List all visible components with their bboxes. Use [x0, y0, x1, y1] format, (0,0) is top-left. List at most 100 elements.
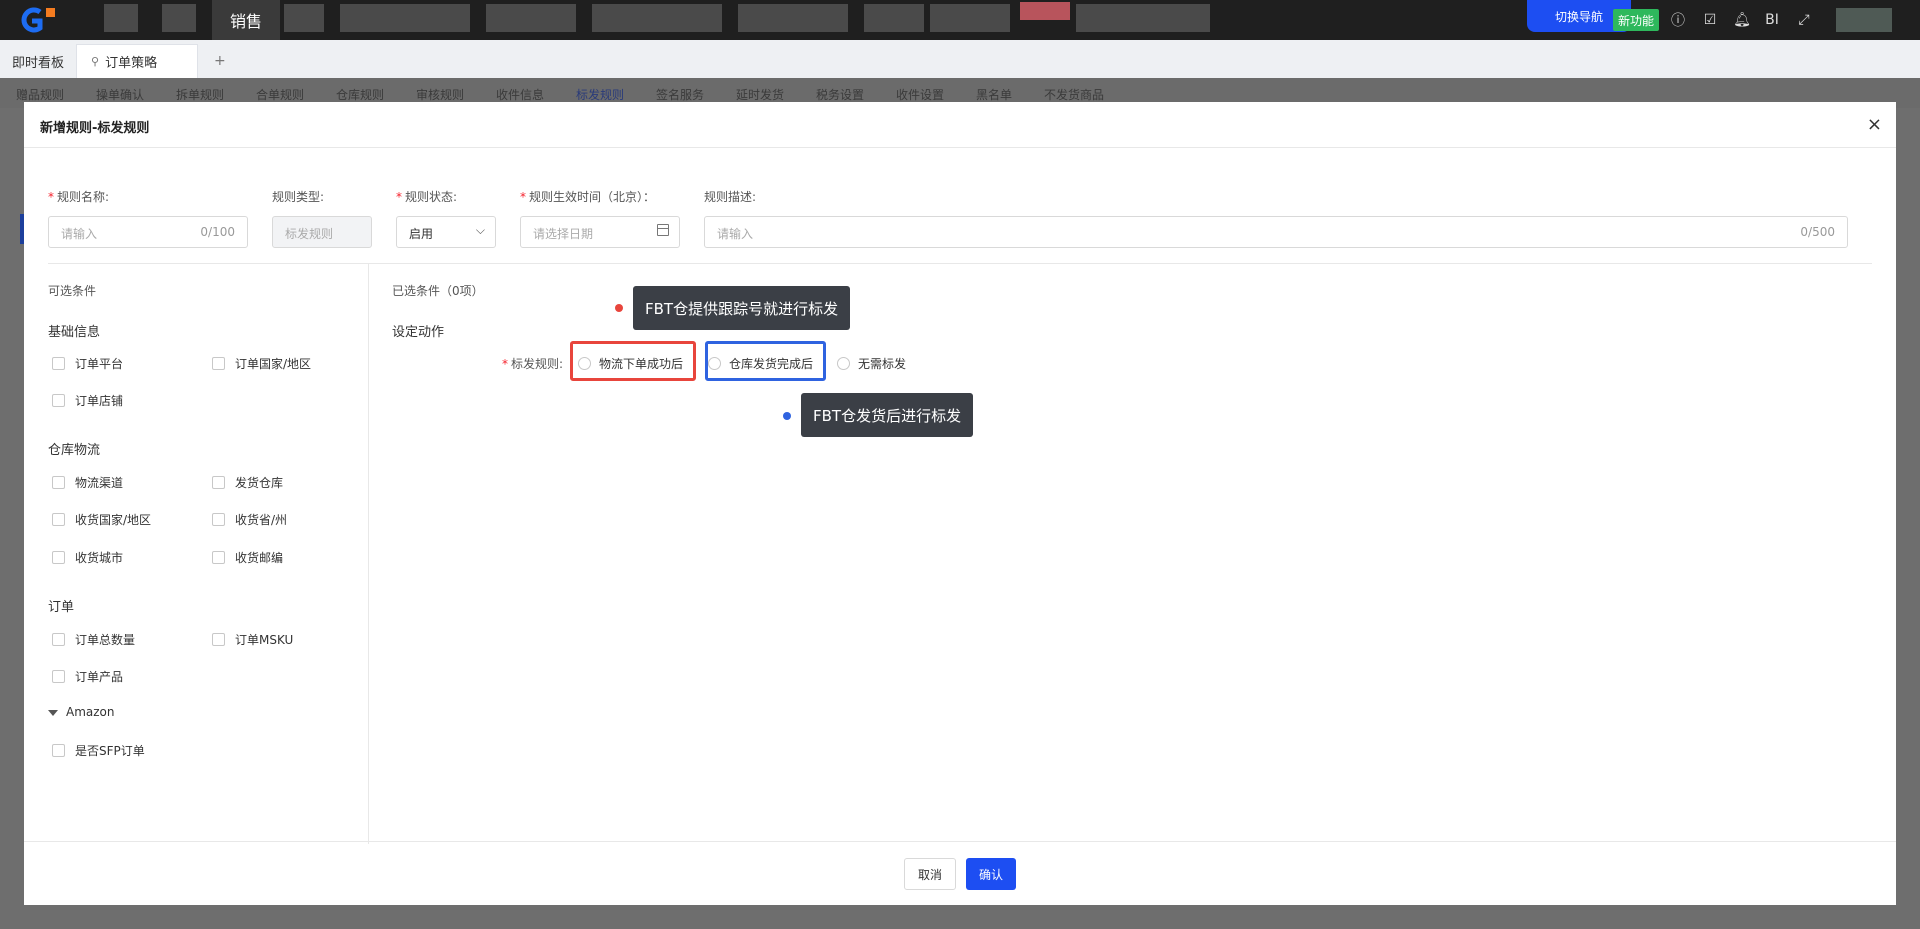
blurred-nav-item[interactable]: [162, 4, 196, 32]
app-logo[interactable]: [18, 6, 66, 34]
rule-name-label: * 规则名称:: [48, 190, 110, 204]
pin-icon[interactable]: ⚲: [91, 55, 99, 68]
char-counter: 0/500: [1800, 225, 1835, 239]
page-tabs-bar: 即时看板 ⚲ 订单策略 +: [0, 40, 1920, 78]
tab-order-strategy[interactable]: ⚲ 订单策略: [76, 44, 198, 78]
rule-status-label: * 规则状态:: [396, 190, 458, 204]
condition-checkbox[interactable]: 是否SFP订单: [52, 742, 145, 759]
blurred-nav-item[interactable]: [864, 4, 924, 32]
checkbox-icon: [212, 633, 225, 646]
section-title: 基础信息: [48, 325, 101, 340]
checkbox-icon: [52, 357, 65, 370]
divider: [48, 263, 1872, 264]
cancel-button[interactable]: 取消: [904, 858, 956, 890]
new-feature-badge[interactable]: 新功能: [1613, 9, 1659, 31]
annotation-callout-red: FBT仓提供跟踪号就进行标发: [633, 286, 851, 330]
bell-icon[interactable]: 🔔︎: [1732, 10, 1752, 30]
subnav-item[interactable]: 合单规则: [256, 86, 304, 103]
nav-module-sales[interactable]: 销售: [212, 0, 280, 40]
subnav-item[interactable]: 操单确认: [96, 86, 144, 103]
rule-description-input[interactable]: 请输入 0/500: [704, 216, 1848, 248]
avatar[interactable]: [1836, 8, 1892, 32]
blurred-nav-item[interactable]: [930, 4, 1010, 32]
input-placeholder: 请输入: [717, 227, 754, 241]
blurred-nav-item[interactable]: [284, 4, 324, 32]
condition-checkbox[interactable]: 订单店铺: [52, 392, 123, 409]
blurred-nav-item[interactable]: [486, 4, 576, 32]
fullscreen-icon[interactable]: ⤢: [1794, 10, 1814, 30]
highlight-box-red: [570, 341, 696, 381]
subnav-item[interactable]: 延时发货: [736, 86, 784, 103]
checkbox-icon: [52, 551, 65, 564]
subnav-item[interactable]: 拆单规则: [176, 86, 224, 103]
status-value: 启用: [409, 227, 434, 241]
checkbox-icon: [212, 551, 225, 564]
subnav-item[interactable]: 税务设置: [816, 86, 864, 103]
condition-checkbox[interactable]: 订单产品: [52, 668, 123, 685]
selected-conditions-title: 已选条件（0项）: [392, 284, 484, 298]
blurred-nav-item[interactable]: [104, 4, 138, 32]
blurred-nav-item[interactable]: [592, 4, 722, 32]
modal-title: 新增规则-标发规则: [40, 121, 150, 136]
condition-checkbox[interactable]: 收货省/州: [212, 511, 287, 528]
checkbox-icon: [52, 476, 65, 489]
checkbox-icon: [52, 633, 65, 646]
modal-header: 新增规则-标发规则 ×: [24, 102, 1896, 148]
calendar-icon: [657, 224, 669, 236]
subnav-item[interactable]: 赠品规则: [16, 86, 64, 103]
checkbox-icon: [52, 744, 65, 757]
subnav-item-active[interactable]: 标发规则: [576, 86, 624, 103]
annotation-dot-blue: [783, 412, 791, 420]
subnav-item[interactable]: 黑名单: [976, 86, 1012, 103]
checkbox-icon: [212, 357, 225, 370]
rule-status-select[interactable]: 启用 ⌵: [396, 216, 496, 248]
condition-checkbox[interactable]: 收货邮编: [212, 549, 283, 566]
subnav-item[interactable]: 仓库规则: [336, 86, 384, 103]
highlight-box-blue: [705, 341, 826, 381]
condition-checkbox[interactable]: 订单国家/地区: [212, 355, 311, 372]
blurred-nav-item[interactable]: [340, 4, 470, 32]
annotation-dot-red: [615, 304, 623, 312]
rule-type-field: 标发规则: [272, 216, 372, 248]
calendar-check-icon[interactable]: ☑: [1700, 10, 1720, 30]
tab-dashboard[interactable]: 即时看板: [12, 44, 64, 78]
effective-time-label: * 规则生效时间（北京）：: [520, 190, 656, 204]
bi-icon[interactable]: BI: [1762, 10, 1782, 30]
condition-checkbox[interactable]: 收货国家/地区: [52, 511, 151, 528]
subnav-item[interactable]: 签名服务: [656, 86, 704, 103]
amazon-group-toggle[interactable]: Amazon: [48, 705, 115, 719]
mark-rule-label: * 标发规则:: [502, 357, 564, 371]
section-title: 订单: [48, 600, 75, 615]
add-rule-modal: 新增规则-标发规则 × * 规则名称: 规则类型: * 规则状态: * 规则生效时间（…: [24, 102, 1896, 905]
close-icon[interactable]: ×: [1867, 114, 1882, 135]
confirm-button[interactable]: 确认: [966, 858, 1016, 890]
add-tab-button[interactable]: +: [214, 44, 226, 78]
optional-conditions-title: 可选条件: [48, 284, 97, 298]
panel-divider: [368, 264, 369, 844]
condition-checkbox[interactable]: 物流渠道: [52, 474, 123, 491]
condition-checkbox[interactable]: 收货城市: [52, 549, 123, 566]
subnav-item[interactable]: 收件信息: [496, 86, 544, 103]
subnav-item[interactable]: 审核规则: [416, 86, 464, 103]
radio-no-mark[interactable]: 无需标发: [837, 355, 906, 372]
subnav-item[interactable]: 收件设置: [896, 86, 944, 103]
rule-name-input[interactable]: 请输入 0/100: [48, 216, 248, 248]
blurred-nav-item[interactable]: [1076, 4, 1210, 32]
subnav-item[interactable]: 不发货商品: [1044, 86, 1104, 103]
condition-checkbox[interactable]: 订单总数量: [52, 631, 135, 648]
input-placeholder: 请输入: [61, 227, 98, 241]
char-counter: 0/100: [200, 225, 235, 239]
checkbox-icon: [52, 394, 65, 407]
blurred-nav-item[interactable]: [738, 4, 848, 32]
set-action-title: 设定动作: [392, 325, 445, 340]
rule-type-value: 标发规则: [285, 227, 334, 241]
checkbox-icon: [212, 476, 225, 489]
condition-checkbox[interactable]: 发货仓库: [212, 474, 283, 491]
condition-checkbox[interactable]: 订单MSKU: [212, 631, 293, 648]
blurred-nav-item[interactable]: [1020, 2, 1070, 20]
effective-date-picker[interactable]: 请选择日期: [520, 216, 680, 248]
date-placeholder: 请选择日期: [533, 227, 594, 241]
info-icon[interactable]: ⓘ: [1668, 10, 1688, 30]
condition-checkbox[interactable]: 订单平台: [52, 355, 123, 372]
checkbox-icon: [52, 670, 65, 683]
